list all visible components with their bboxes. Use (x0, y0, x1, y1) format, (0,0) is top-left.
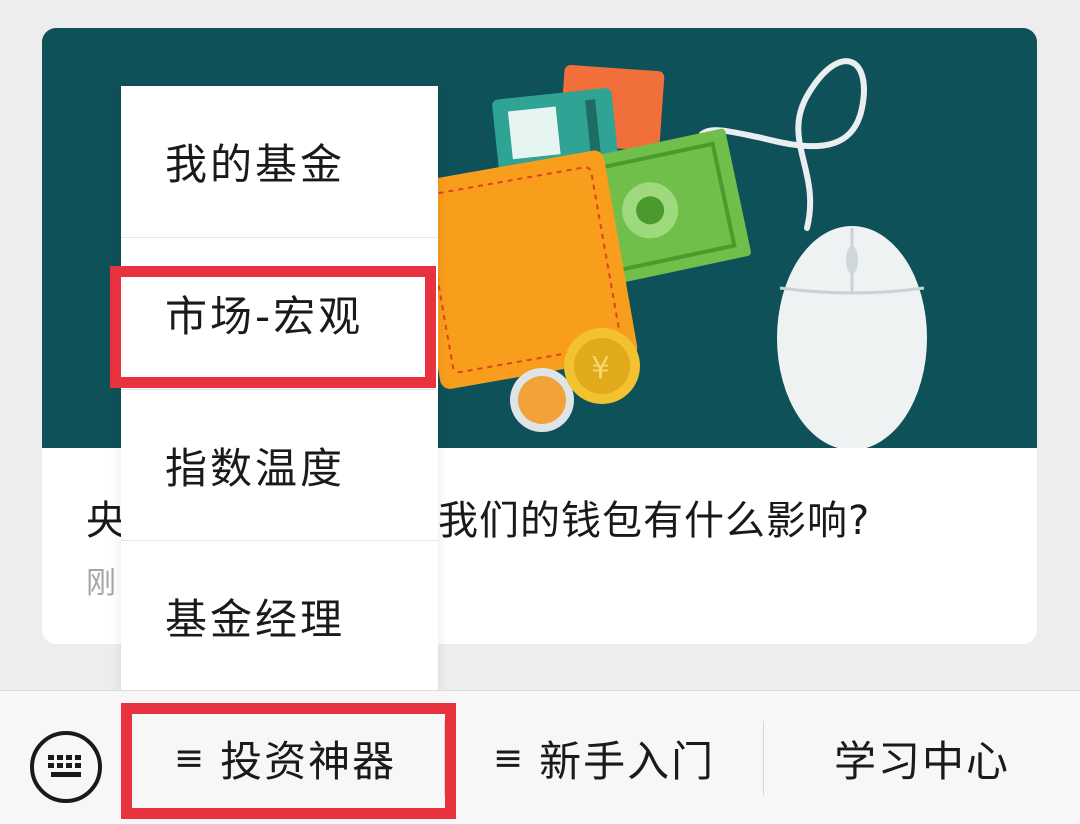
menu-item-fund-managers[interactable]: 基金经理 (121, 541, 438, 692)
highlight-investment-tools (121, 703, 456, 819)
article-title-end: 我们的钱包有什么影响? (438, 498, 871, 544)
tab-learning-center[interactable]: 学习中心 (764, 691, 1080, 824)
investment-tools-submenu: 我的基金 市场-宏观 指数温度 基金经理 (121, 86, 438, 690)
page: ¥ 央我们的钱包有什么影响? 刚 我的基金 市场-宏观 指数温度 基金经理 ≡ … (0, 0, 1080, 824)
keyboard-icon (30, 731, 102, 803)
keyboard-toggle-button[interactable] (28, 729, 104, 805)
tab-label: 学习中心 (833, 736, 1010, 786)
menu-item-my-funds[interactable]: 我的基金 (121, 86, 438, 237)
svg-text:¥: ¥ (591, 351, 610, 386)
tab-label: 新手入门 (539, 736, 716, 786)
menu-item-index-temperature[interactable]: 指数温度 (121, 390, 438, 541)
menu-lines-icon: ≡ (492, 737, 526, 779)
highlight-market-macro (110, 266, 436, 388)
tab-beginner-guide[interactable]: ≡ 新手入门 (445, 691, 763, 824)
article-timestamp: 刚 (86, 566, 116, 601)
